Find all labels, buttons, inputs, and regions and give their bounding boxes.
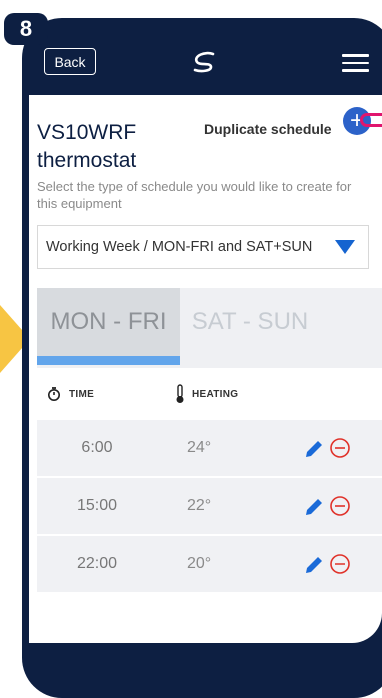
- pencil-icon[interactable]: [303, 554, 325, 576]
- column-header-time: TIME: [47, 368, 94, 420]
- pencil-icon[interactable]: [303, 438, 325, 460]
- tab-sat-sun[interactable]: SAT - SUN: [180, 288, 320, 356]
- duplicate-schedule-label: Duplicate schedule: [204, 121, 332, 137]
- row-temperature: 20°: [187, 555, 212, 572]
- top-bar: Back: [29, 33, 382, 95]
- schedule-row: 6:00 24°: [37, 420, 382, 478]
- schedule-type-value: Working Week / MON-FRI and SAT+SUN: [46, 239, 313, 255]
- device-title: VS10WRF thermostat: [37, 121, 137, 172]
- minus-circle-icon[interactable]: [329, 437, 351, 459]
- row-temperature: 24°: [187, 439, 212, 456]
- pencil-icon[interactable]: [303, 496, 325, 518]
- schedule-row: 15:00 22°: [37, 478, 382, 536]
- schedule-type-select[interactable]: Working Week / MON-FRI and SAT+SUN: [37, 225, 369, 269]
- dropdown-caret-icon: [335, 240, 355, 254]
- minus-circle-icon[interactable]: [329, 553, 351, 575]
- active-tab-indicator: [37, 356, 180, 365]
- highlight-marker: [360, 113, 382, 127]
- tab-mon-fri[interactable]: MON - FRI: [37, 288, 180, 356]
- schedule-type-instruction: Select the type of schedule you would li…: [37, 179, 352, 211]
- app-screen: Back VS10WRF thermostat Duplicate schedu…: [29, 33, 382, 643]
- row-time: 6:00: [81, 439, 113, 456]
- step-badge: 8: [4, 13, 48, 45]
- stopwatch-icon: [48, 387, 60, 401]
- row-time: 22:00: [76, 555, 118, 572]
- time-column-label: TIME: [69, 388, 95, 400]
- hamburger-menu-icon[interactable]: [342, 54, 369, 72]
- back-button[interactable]: Back: [44, 48, 96, 75]
- day-tabs: MON - FRI SAT - SUN: [37, 288, 382, 368]
- heating-column-label: HEATING: [192, 388, 239, 400]
- swirl-logo-icon: [189, 50, 221, 79]
- minus-circle-icon[interactable]: [329, 495, 351, 517]
- row-time: 15:00: [76, 497, 118, 514]
- thermometer-icon: [176, 384, 184, 403]
- schedule-row: 22:00 20°: [37, 536, 382, 594]
- column-header-heating: HEATING: [174, 368, 238, 420]
- row-temperature: 22°: [187, 497, 212, 514]
